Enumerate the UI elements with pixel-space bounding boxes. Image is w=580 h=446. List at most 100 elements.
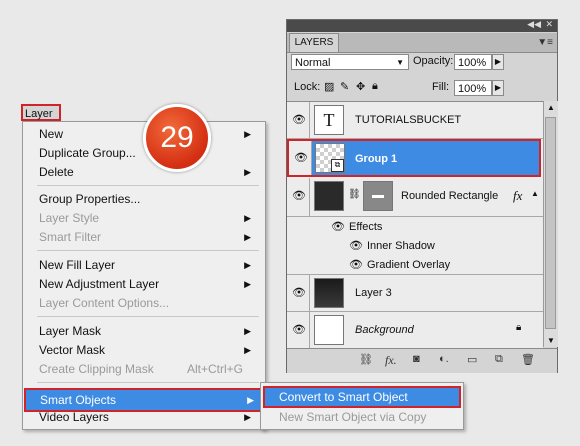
submenu-arrow-icon: ▶ <box>244 213 251 223</box>
menu-item-vector-mask[interactable]: Vector Mask ▶ <box>39 341 259 360</box>
menu-separator <box>37 382 259 383</box>
menu-item-label: Create Clipping Mask <box>39 362 154 376</box>
opacity-input[interactable]: 100% <box>454 54 492 70</box>
visibility-toggle[interactable]: 👁︎ <box>289 141 312 175</box>
link-layers-icon[interactable]: ⛓︎ <box>359 353 373 366</box>
text-layer-thumbnail: T <box>314 105 344 135</box>
effects-row[interactable]: 👁︎ Effects <box>287 217 543 236</box>
menu-item-create-clipping-mask[interactable]: Create Clipping Mask Alt+Ctrl+G <box>39 360 259 379</box>
menu-item-delete[interactable]: Delete ▶ <box>39 163 259 182</box>
eye-icon: 👁︎ <box>294 152 308 164</box>
menu-item-new-adjustment-layer[interactable]: New Adjustment Layer ▶ <box>39 275 259 294</box>
menu-item-smart-filter[interactable]: Smart Filter ▶ <box>39 228 259 247</box>
panel-bottom-bar: ⛓︎ fx. ◙ ◐. ▭ ⧉ 🗑︎ <box>287 348 557 373</box>
layer-row-rounded-rectangle[interactable]: 👁︎ ⛓︎ Rounded Rectangle fx ▲ <box>287 178 543 217</box>
menu-item-video-layers[interactable]: Video Layers ▶ <box>39 408 259 427</box>
menu-item-label: Smart Filter <box>39 230 102 244</box>
lock-label: Lock: <box>294 81 321 93</box>
opacity-stepper[interactable]: ▶ <box>492 54 504 70</box>
panel-menu-icon[interactable]: ▼≡ <box>537 37 553 48</box>
lock-transparent-icon[interactable]: ▨ <box>324 80 334 93</box>
menu-item-label: Layer Style <box>39 211 100 225</box>
panel-title-bar: ◀◀ ✕ <box>287 19 557 32</box>
layers-scrollbar[interactable]: ▲ ▼ <box>543 101 558 347</box>
scroll-thumb[interactable] <box>545 117 556 329</box>
layers-panel: ◀◀ ✕ LAYERS ▼≡ Normal ▼ Opacity: 100% ▶ … <box>286 19 558 373</box>
layer-row-tutorialsbucket[interactable]: 👁︎ T TUTORIALSBUCKET <box>287 102 543 139</box>
effect-label: Gradient Overlay <box>367 259 451 271</box>
submenu-item-convert-to-smart-object[interactable]: Convert to Smart Object <box>263 386 461 408</box>
menu-item-shortcut: Alt+Ctrl+G <box>186 362 243 376</box>
menu-item-label: Video Layers <box>39 410 109 424</box>
lock-icon: 🔒︎ <box>516 322 522 333</box>
menu-item-new-fill-layer[interactable]: New Fill Layer ▶ <box>39 256 259 275</box>
step-number-badge: 29 <box>143 104 211 172</box>
eye-icon: 👁︎ <box>292 324 306 336</box>
menu-item-group-properties[interactable]: Group Properties... <box>39 190 259 209</box>
menu-item-layer-style[interactable]: Layer Style ▶ <box>39 209 259 228</box>
scroll-up-icon[interactable]: ▲ <box>547 103 555 112</box>
effects-label: Effects <box>349 221 383 233</box>
collapse-icon[interactable]: ◀◀ <box>527 19 541 30</box>
menu-item-label: Layer Mask <box>39 324 102 338</box>
submenu-item-new-smart-object-via-copy[interactable]: New Smart Object via Copy <box>279 408 426 427</box>
menu-item-label: Duplicate Group... <box>39 146 136 160</box>
eye-icon[interactable]: 👁︎ <box>349 239 363 252</box>
menu-item-layer-content-options[interactable]: Layer Content Options... <box>39 294 259 313</box>
fill-label: Fill: <box>432 81 450 93</box>
visibility-toggle[interactable]: 👁︎ <box>287 275 310 311</box>
menu-item-layer-mask[interactable]: Layer Mask ▶ <box>39 322 259 341</box>
menu-separator <box>37 316 259 317</box>
eye-icon: 👁︎ <box>292 114 306 126</box>
adjustment-layer-icon[interactable]: ◐. <box>439 353 449 365</box>
lock-move-icon[interactable]: ✥ <box>356 80 365 93</box>
fx-icon[interactable]: fx <box>513 188 522 204</box>
chevron-down-icon: ▼ <box>396 58 404 67</box>
fill-stepper[interactable]: ▶ <box>492 80 504 96</box>
layer-row-background[interactable]: 👁︎ Background 🔒︎ <box>287 312 543 348</box>
submenu-arrow-icon: ▶ <box>244 129 251 139</box>
lock-all-icon[interactable]: 🔒︎ <box>372 80 378 93</box>
collapse-arrow-icon[interactable]: ▲ <box>531 189 539 198</box>
submenu-arrow-icon: ▶ <box>244 232 251 242</box>
layer-row-layer-3[interactable]: 👁︎ Layer 3 <box>287 275 543 312</box>
submenu-arrow-icon: ▶ <box>244 167 251 177</box>
vector-mask-thumbnail <box>363 181 393 211</box>
add-layer-style-icon[interactable]: fx. <box>385 353 397 368</box>
visibility-toggle[interactable]: 👁︎ <box>287 102 310 138</box>
menu-item-label: Smart Objects <box>40 393 117 407</box>
layer-menu-title[interactable]: Layer <box>21 104 61 121</box>
visibility-toggle[interactable]: 👁︎ <box>287 178 310 216</box>
smart-object-badge-icon: ⧉ <box>331 159 344 172</box>
effect-row-inner-shadow[interactable]: 👁︎ Inner Shadow <box>287 236 543 255</box>
eye-icon[interactable]: 👁︎ <box>349 258 363 271</box>
layer-name: TUTORIALSBUCKET <box>355 114 462 126</box>
layer-name: Rounded Rectangle <box>401 190 499 202</box>
tab-layers[interactable]: LAYERS <box>289 33 339 52</box>
menu-separator <box>37 250 259 251</box>
rectangle-mask-icon <box>372 195 384 198</box>
new-group-icon[interactable]: ▭ <box>467 353 477 366</box>
trash-icon[interactable]: 🗑︎ <box>521 353 535 366</box>
new-layer-icon[interactable]: ⧉ <box>495 353 503 366</box>
add-mask-icon[interactable]: ◙ <box>413 353 420 365</box>
eye-icon: 👁︎ <box>292 190 306 202</box>
menu-item-label: New <box>39 127 64 141</box>
layer-row-group-1[interactable]: 👁︎ ⧉ Group 1 <box>287 139 541 177</box>
shape-fill-thumbnail <box>314 181 344 211</box>
fill-input[interactable]: 100% <box>454 80 492 96</box>
layers-list: 👁︎ T TUTORIALSBUCKET 👁︎ ⧉ Group 1 👁︎ ⛓︎ … <box>287 101 543 348</box>
scroll-down-icon[interactable]: ▼ <box>547 336 555 345</box>
close-icon[interactable]: ✕ <box>545 19 553 30</box>
eye-icon[interactable]: 👁︎ <box>331 220 345 233</box>
effect-row-gradient-overlay[interactable]: 👁︎ Gradient Overlay <box>287 255 543 275</box>
visibility-spacer <box>287 217 309 236</box>
eye-icon: 👁︎ <box>292 287 306 299</box>
opacity-label: Opacity: <box>413 55 454 67</box>
lock-brush-icon[interactable]: ✎ <box>340 80 349 93</box>
layer-name: Background <box>355 324 414 336</box>
menu-item-label: Delete <box>39 165 74 179</box>
blend-mode-value: Normal <box>295 57 331 69</box>
visibility-toggle[interactable]: 👁︎ <box>287 312 310 348</box>
blend-mode-select[interactable]: Normal ▼ <box>291 54 409 70</box>
